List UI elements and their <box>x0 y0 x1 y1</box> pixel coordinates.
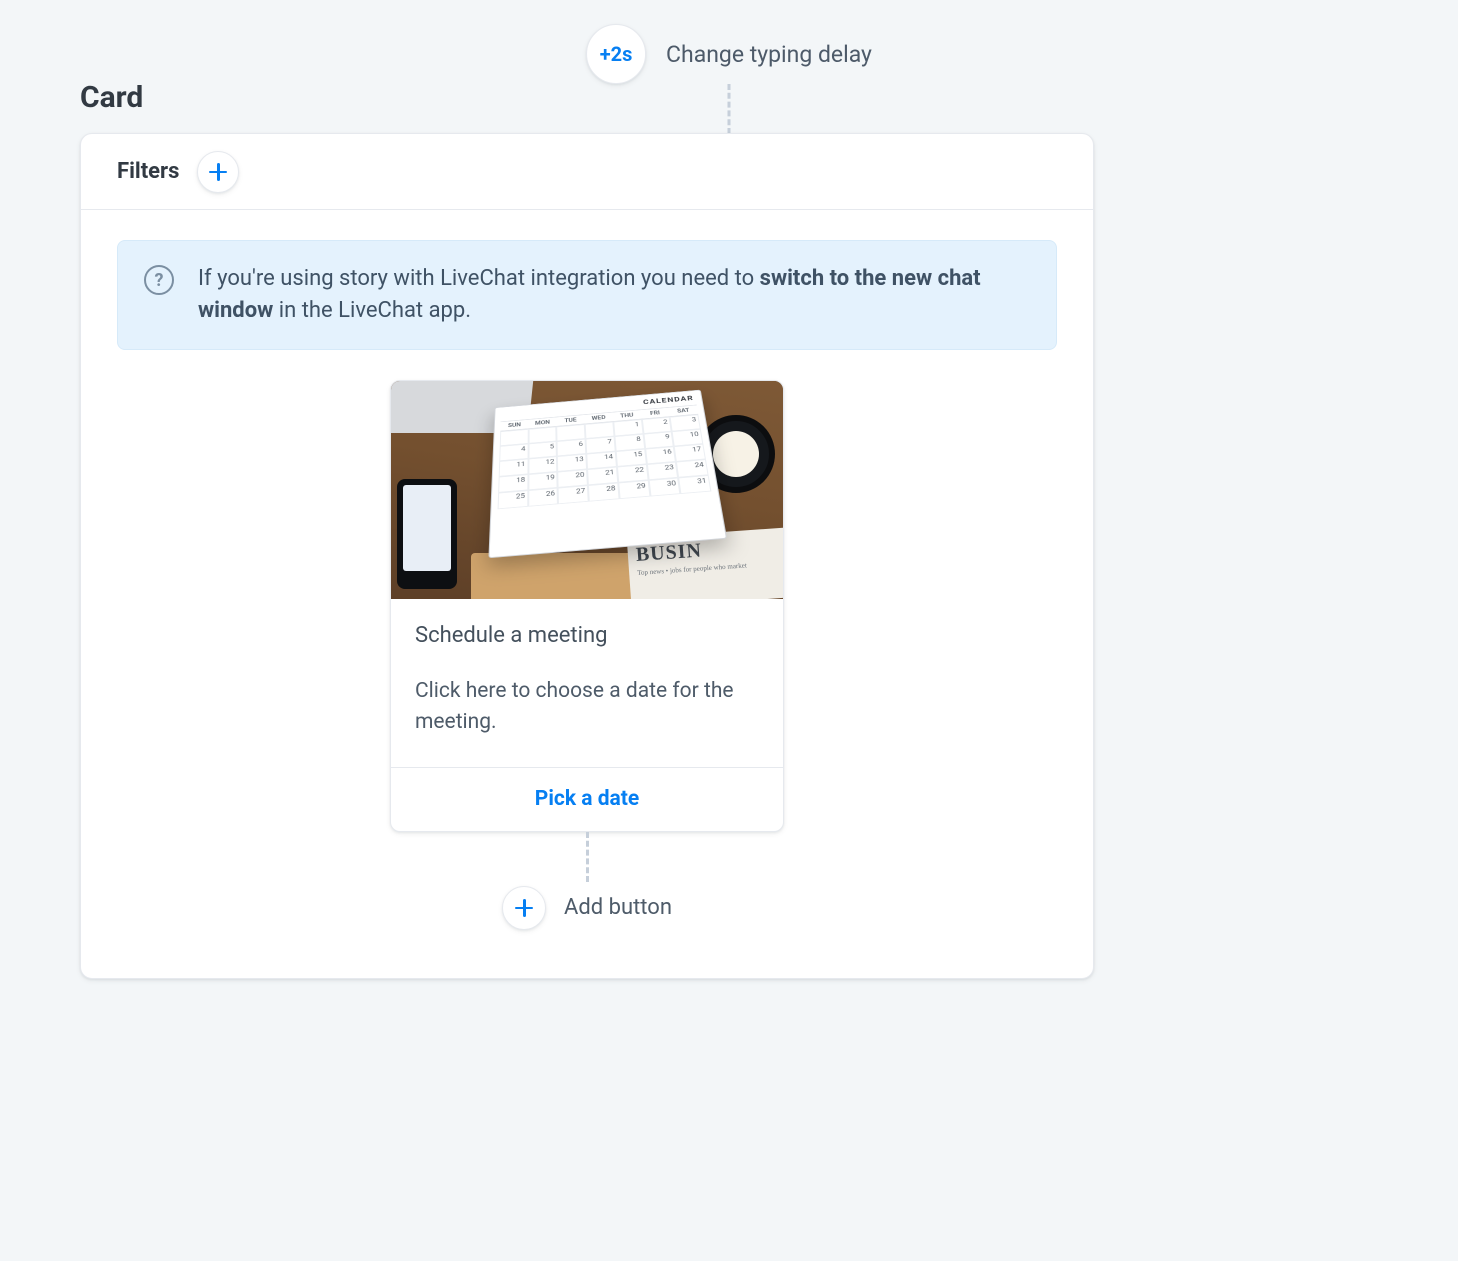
card-description[interactable]: Click here to choose a date for the meet… <box>415 676 759 739</box>
phone-illustration <box>397 479 457 589</box>
connector-line-top <box>728 84 731 134</box>
info-suffix: in the LiveChat app. <box>273 298 471 323</box>
add-button-label: Add button <box>564 895 672 920</box>
calendar-illustration: CALENDAR SUNMONTUEWEDTHUFRISAT 123456789… <box>488 389 727 558</box>
add-filter-button[interactable] <box>197 151 239 193</box>
section-title: Card <box>80 80 143 115</box>
help-icon: ? <box>144 265 174 295</box>
folder-illustration <box>471 553 651 599</box>
calendar-grid: 1234567891011121314151617181920212223242… <box>498 414 712 509</box>
chat-card[interactable]: BUSIN Top news • jobs for people who mar… <box>390 380 784 832</box>
add-button-row[interactable]: Add button <box>502 886 672 930</box>
plus-icon <box>515 899 533 917</box>
plus-icon <box>209 163 227 181</box>
info-text: If you're using story with LiveChat inte… <box>198 263 1030 327</box>
card-editor-panel: Filters ? If you're using story with Liv… <box>80 133 1094 979</box>
filters-bar: Filters <box>81 134 1093 210</box>
card-preview-area: BUSIN Top news • jobs for people who mar… <box>81 350 1093 930</box>
typing-delay-label: Change typing delay <box>666 41 872 68</box>
connector-line-bottom <box>586 832 589 882</box>
typing-delay-badge[interactable]: +2s <box>586 24 646 84</box>
card-title[interactable]: Schedule a meeting <box>415 623 759 648</box>
info-prefix: If you're using story with LiveChat inte… <box>198 266 760 291</box>
filters-label: Filters <box>117 159 179 184</box>
typing-delay-control[interactable]: +2s Change typing delay <box>586 24 872 84</box>
card-body[interactable]: Schedule a meeting Click here to choose … <box>391 599 783 767</box>
info-banner: ? If you're using story with LiveChat in… <box>117 240 1057 350</box>
card-image[interactable]: BUSIN Top news • jobs for people who mar… <box>391 381 783 599</box>
card-cta-button[interactable]: Pick a date <box>391 767 783 831</box>
add-button-icon[interactable] <box>502 886 546 930</box>
